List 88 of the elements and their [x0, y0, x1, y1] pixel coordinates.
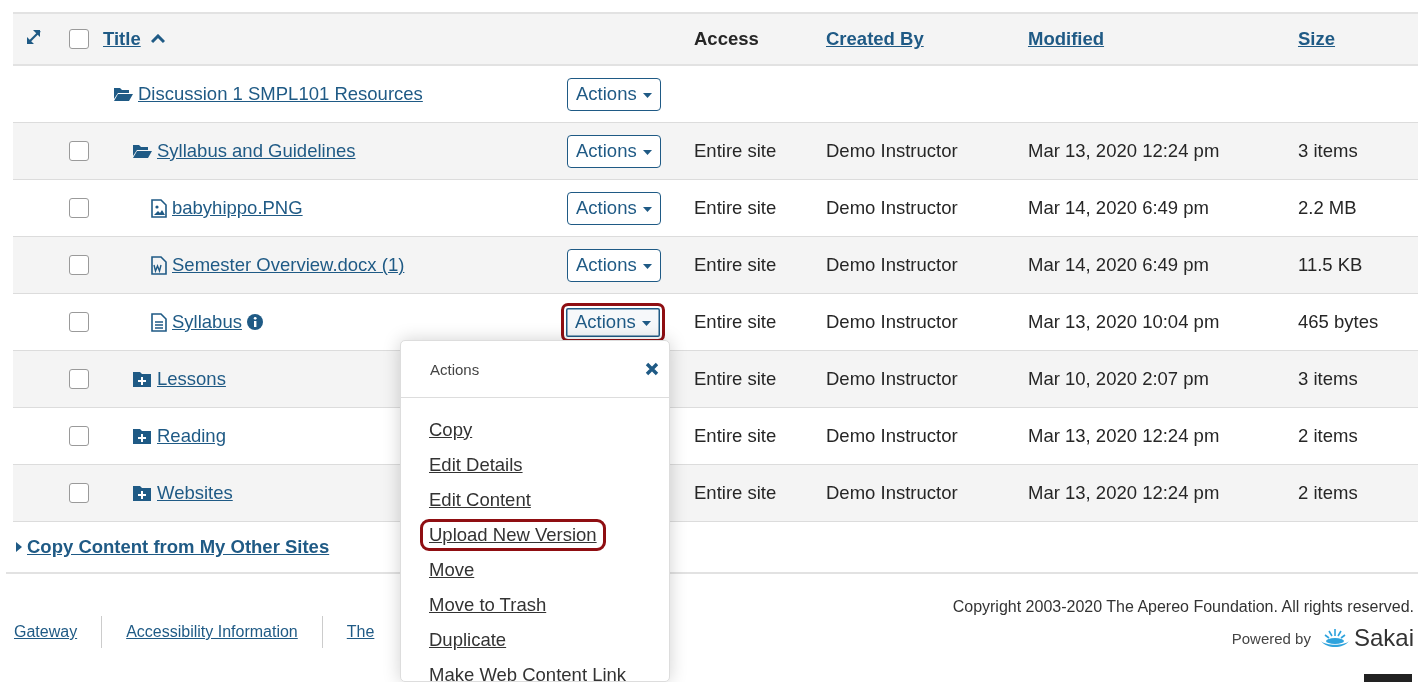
file-link[interactable]: Reading [157, 425, 226, 447]
text-file-icon [151, 312, 167, 332]
word-file-icon [151, 255, 167, 275]
table-cell-text: Entire site [693, 311, 778, 333]
folder-plus-icon [132, 370, 152, 388]
table-cell-text: Demo Instructor [825, 140, 959, 162]
table-cell-text: Mar 13, 2020 12:24 pm [1027, 425, 1221, 447]
info-icon[interactable] [246, 314, 263, 330]
caret-icon [642, 149, 652, 155]
actions-button[interactable]: Actions [561, 302, 665, 342]
actions-button[interactable]: Actions [567, 134, 661, 168]
file-link[interactable]: Semester Overview.docx (1) [172, 254, 405, 276]
column-header-link[interactable]: Size [1298, 28, 1336, 50]
menu-item[interactable]: Upload New Version [420, 518, 606, 551]
table-cell-text: Entire site [693, 425, 778, 447]
checkbox[interactable] [69, 141, 89, 161]
folder-open-icon [132, 143, 152, 159]
table-cell-text: Entire site [693, 140, 778, 162]
menu-item[interactable]: Edit Details [420, 448, 532, 481]
table-cell-text: Entire site [693, 368, 778, 390]
column-header: Access [694, 28, 759, 50]
table-cell-text: 2 items [1297, 482, 1359, 504]
checkbox[interactable] [69, 255, 89, 275]
checkbox[interactable] [69, 426, 89, 446]
sort-ascending-icon [150, 34, 165, 44]
checkbox[interactable] [69, 369, 89, 389]
table-cell-text: Demo Instructor [825, 311, 959, 333]
column-header-link[interactable]: Title [103, 28, 141, 50]
close-icon[interactable] [645, 362, 659, 376]
table-cell-text: 11.5 KB [1297, 254, 1364, 276]
table-cell-text: 3 items [1297, 368, 1359, 390]
powered-by-text: Powered by [1231, 629, 1311, 647]
menu-title: Actions [430, 360, 480, 378]
table-cell-text: Demo Instructor [825, 368, 959, 390]
file-link[interactable]: Lessons [157, 368, 226, 390]
expand-icon[interactable] [25, 27, 43, 46]
caret-icon [642, 263, 652, 269]
table-cell-text: Mar 13, 2020 12:24 pm [1027, 482, 1221, 504]
file-link[interactable]: babyhippo.PNG [172, 197, 303, 219]
table-cell-text: Mar 14, 2020 6:49 pm [1027, 254, 1210, 276]
file-link[interactable]: Websites [157, 482, 233, 504]
checkbox[interactable] [69, 29, 89, 49]
image-file-icon [151, 198, 167, 218]
file-link[interactable]: Syllabus [172, 311, 242, 333]
table-cell-text: Mar 14, 2020 6:49 pm [1027, 197, 1210, 219]
caret-icon [642, 92, 652, 98]
actions-button[interactable]: Actions [567, 191, 661, 225]
menu-item[interactable]: Make Web Content Link [420, 658, 636, 681]
menu-item[interactable]: Move to Trash [420, 588, 556, 621]
table-cell-text: Demo Instructor [825, 482, 959, 504]
table-cell-text: Entire site [693, 254, 778, 276]
table-cell-text: 465 bytes [1297, 311, 1380, 333]
actions-button[interactable]: Actions [567, 248, 661, 282]
menu-item[interactable]: Edit Content [420, 483, 540, 516]
menu-item[interactable]: Copy [420, 413, 482, 446]
column-header-link[interactable]: Created By [826, 28, 924, 50]
table-cell-text: Entire site [693, 197, 778, 219]
copy-content-link[interactable]: Copy Content from My Other Sites [27, 536, 330, 558]
table-cell-text: Demo Instructor [825, 197, 959, 219]
file-link[interactable]: Syllabus and Guidelines [157, 140, 356, 162]
caret-icon [641, 320, 651, 326]
triangle-icon[interactable] [16, 542, 22, 552]
actions-button[interactable]: Actions [567, 77, 661, 111]
footer-link[interactable]: The [346, 623, 375, 641]
table-cell-text: Entire site [693, 482, 778, 504]
caret-icon [642, 206, 652, 212]
table-cell-text: Demo Instructor [825, 425, 959, 447]
file-link[interactable]: Discussion 1 SMPL101 Resources [138, 83, 423, 105]
table-cell-text: 2 items [1297, 425, 1359, 447]
table-cell-text: 3 items [1297, 140, 1359, 162]
menu-item[interactable]: Duplicate [420, 623, 516, 656]
logo-text: Sakai [1353, 624, 1414, 652]
folder-plus-icon [132, 484, 152, 502]
checkbox[interactable] [69, 483, 89, 503]
footer-link[interactable]: Accessibility Information [126, 623, 298, 641]
copyright-text: Copyright 2003-2020 The Apereo Foundation. All rights reserved. [952, 598, 1414, 616]
table-cell-text: Mar 10, 2020 2:07 pm [1027, 368, 1210, 390]
menu-item[interactable]: Move [420, 553, 484, 586]
column-header-link[interactable]: Modified [1028, 28, 1105, 50]
folder-plus-icon [132, 427, 152, 445]
table-cell-text: Demo Instructor [825, 254, 959, 276]
table-cell-text: Mar 13, 2020 10:04 pm [1027, 311, 1221, 333]
checkbox[interactable] [69, 312, 89, 332]
footer-link[interactable]: Gateway [14, 623, 78, 641]
table-cell-text: Mar 13, 2020 12:24 pm [1027, 140, 1221, 162]
checkbox[interactable] [69, 198, 89, 218]
table-cell-text: 2.2 MB [1297, 197, 1358, 219]
folder-open-icon [113, 86, 133, 102]
